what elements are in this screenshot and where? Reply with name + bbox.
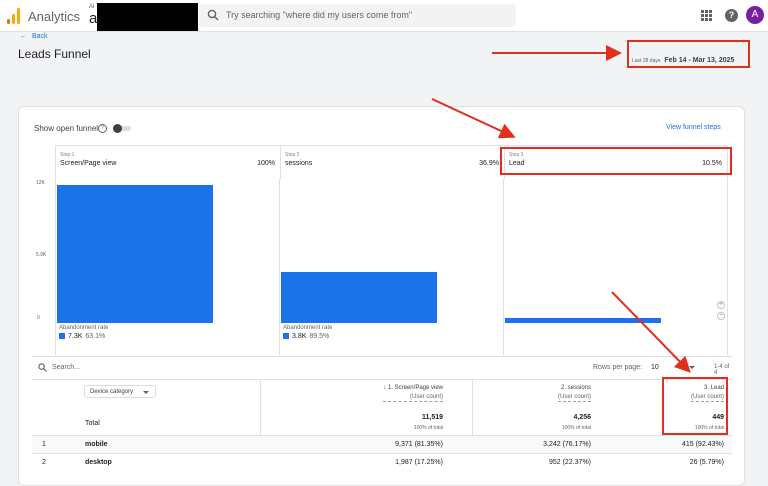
annotation-arrow: [431, 98, 516, 139]
annotation-arrows: [431, 45, 691, 373]
annotation-arrow: [611, 291, 691, 373]
